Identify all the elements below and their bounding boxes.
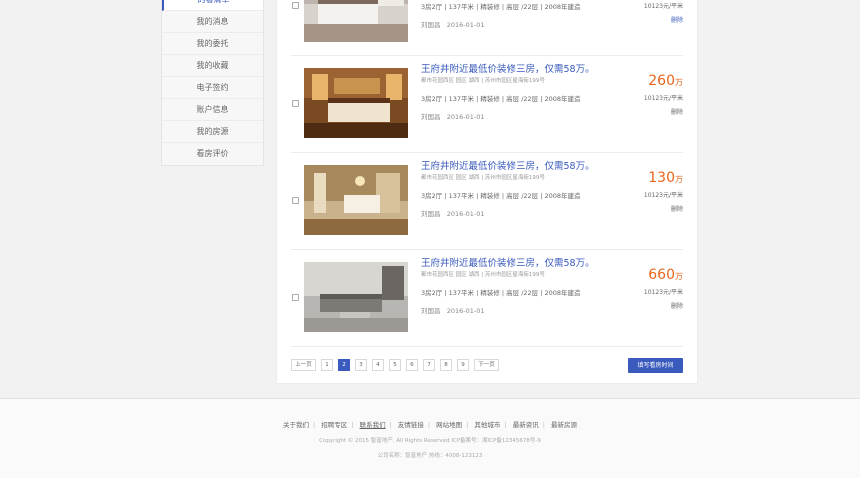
listing-agent: 刘国昌 2016-01-01	[421, 19, 484, 29]
page-button[interactable]: 1	[321, 359, 333, 371]
sidebar-item-viewing-list[interactable]: 的看清单	[162, 0, 263, 11]
listing-panel: 3房2厅 | 137平米 | 精装修 | 高层 /22层 | 2008年建造 刘…	[276, 0, 698, 384]
listing-date: 2016-01-01	[446, 307, 485, 315]
sidebar-item-messages[interactable]: 我的消息	[162, 11, 263, 33]
footer-link-separator: |	[427, 421, 431, 429]
listing-specs: 3房2厅 | 137平米 | 精装修 | 高层 /22层 | 2008年建造	[421, 289, 581, 297]
footer-link-separator: |	[504, 421, 507, 429]
listing-photo[interactable]	[304, 68, 408, 138]
sidebar-item-favorites[interactable]: 我的收藏	[162, 55, 263, 77]
listing-delete-link[interactable]: 删除	[671, 15, 683, 24]
listing-price: 130万	[648, 170, 683, 186]
listing-date: 2016-01-01	[446, 21, 485, 29]
listing-agent-name: 刘国昌	[421, 210, 441, 218]
listing-unit-price: 10123元/平米	[643, 95, 683, 102]
listing-title[interactable]: 王府井附近最低价装修三房，仅需58万。	[421, 158, 595, 172]
footer-link-about[interactable]: 关于我们	[283, 421, 309, 429]
company-info: 公司名称：智富地产 热线：4008-123123	[377, 453, 483, 459]
listing-checkbox[interactable]	[292, 294, 299, 301]
listing-unit-price: 10123元/平米	[643, 3, 683, 10]
listing-price: 260万	[648, 73, 683, 89]
footer-link-separator: |	[351, 421, 354, 429]
sidebar-item-commissions[interactable]: 我的委托	[162, 33, 263, 55]
sidebar-item-account-info[interactable]: 账户信息	[162, 99, 263, 121]
listing-price-value: 660	[648, 267, 675, 283]
listing-checkbox[interactable]	[292, 197, 299, 204]
footer-links: 关于我们 | 招聘专区 | 联系我们 | 友情链接 | 网站地图 | 其他城市 | 最新资讯…	[0, 419, 860, 429]
listing-item: 3房2厅 | 137平米 | 精装修 | 高层 /22层 | 2008年建造 刘…	[277, 0, 697, 56]
page-button[interactable]: 6	[406, 359, 418, 371]
listing-specs: 3房2厅 | 137平米 | 精装修 | 高层 /22层 | 2008年建造	[421, 3, 581, 11]
listing-price-value: 260	[648, 73, 675, 89]
listing-item: 王府井附近最低价装修三房，仅需58万。 都市花园西区 园区 湖西 | 苏州市园区…	[277, 250, 697, 347]
next-page-button[interactable]: 下一页	[474, 359, 499, 371]
listing-address: 都市花园西区 园区 湖西 | 苏州市园区星海街199号	[421, 78, 545, 84]
footer-link-separator: |	[466, 421, 469, 429]
footer-link-sitemap[interactable]: 网站地图	[436, 421, 462, 429]
footer-link-friend-links[interactable]: 友情链接	[398, 421, 424, 429]
page-button[interactable]: 5	[389, 359, 401, 371]
listing-item: 王府井附近最低价装修三房，仅需58万。 都市花园西区 园区 湖西 | 苏州市园区…	[277, 153, 697, 250]
listing-agent: 刘国昌 2016-01-01	[421, 208, 484, 218]
listing-price-unit: 万	[675, 78, 683, 87]
sidebar-item-viewing-reviews[interactable]: 看房评价	[162, 143, 263, 165]
footer-link-separator: |	[313, 421, 316, 429]
listing-agent-name: 刘国昌	[421, 113, 441, 121]
listing-photo[interactable]	[304, 165, 408, 235]
fill-viewing-time-button[interactable]: 填写看房时间	[628, 358, 683, 373]
footer-link-careers[interactable]: 招聘专区	[321, 421, 347, 429]
page-button[interactable]: 3	[355, 359, 367, 371]
footer-link-latest-news[interactable]: 最新资讯	[513, 421, 539, 429]
listing-agent-name: 刘国昌	[421, 307, 441, 315]
footer-link-latest-listings[interactable]: 最新房源	[551, 421, 577, 429]
footer-link-other-cities[interactable]: 其他城市	[474, 421, 500, 429]
pagination: 上一页 1 2 3 4 5 6 7 8 9 下一页	[291, 359, 499, 371]
listing-checkbox[interactable]	[292, 100, 299, 107]
listing-price-value: 130	[648, 170, 675, 186]
listing-price-unit: 万	[675, 272, 683, 281]
listing-photo[interactable]	[304, 0, 408, 42]
listing-divider	[291, 346, 683, 347]
listing-title[interactable]: 王府井附近最低价装修三房，仅需58万。	[421, 61, 595, 75]
copyright-text: Copyright © 2015 智富地产. All Rights Reserv…	[319, 438, 541, 444]
footer-link-contact[interactable]: 联系我们	[360, 421, 386, 429]
listing-price: 660万	[648, 267, 683, 283]
listing-delete-link[interactable]: 删除	[671, 204, 683, 213]
listing-agent: 刘国昌 2016-01-01	[421, 111, 484, 121]
listing-agent: 刘国昌 2016-01-01	[421, 305, 484, 315]
listing-item: 王府井附近最低价装修三房，仅需58万。 都市花园西区 园区 湖西 | 苏州市园区…	[277, 56, 697, 153]
listing-delete-link[interactable]: 删除	[671, 301, 683, 310]
listing-date: 2016-01-01	[446, 113, 485, 121]
listing-delete-link[interactable]: 删除	[671, 107, 683, 116]
listing-unit-price: 10123元/平米	[643, 192, 683, 199]
page-button-current[interactable]: 2	[338, 359, 350, 371]
listing-address: 都市花园西区 园区 湖西 | 苏州市园区星海街199号	[421, 175, 545, 181]
listing-unit-price: 10123元/平米	[643, 289, 683, 296]
sidebar-item-my-listings[interactable]: 我的房源	[162, 121, 263, 143]
listing-checkbox[interactable]	[292, 2, 299, 9]
page-button[interactable]: 7	[423, 359, 435, 371]
footer-link-separator: |	[389, 421, 392, 429]
listing-photo[interactable]	[304, 262, 408, 332]
listing-title[interactable]: 王府井附近最低价装修三房，仅需58万。	[421, 255, 595, 269]
listing-specs: 3房2厅 | 137平米 | 精装修 | 高层 /22层 | 2008年建造	[421, 95, 581, 103]
user-center-sidebar: 的看清单 我的消息 我的委托 我的收藏 电子签约 账户信息 我的房源 看房评价	[161, 0, 264, 166]
listing-specs: 3房2厅 | 137平米 | 精装修 | 高层 /22层 | 2008年建造	[421, 192, 581, 200]
listing-address: 都市花园西区 园区 湖西 | 苏州市园区星海街199号	[421, 272, 545, 278]
site-footer: 关于我们 | 招聘专区 | 联系我们 | 友情链接 | 网站地图 | 其他城市 | 最新资讯…	[0, 398, 860, 478]
page-button[interactable]: 9	[457, 359, 469, 371]
sidebar-item-e-contract[interactable]: 电子签约	[162, 77, 263, 99]
listing-price-unit: 万	[675, 175, 683, 184]
listing-date: 2016-01-01	[446, 210, 485, 218]
listing-agent-name: 刘国昌	[421, 21, 441, 29]
page-button[interactable]: 8	[440, 359, 452, 371]
footer-link-separator: |	[542, 421, 545, 429]
page-button[interactable]: 4	[372, 359, 384, 371]
prev-page-button[interactable]: 上一页	[291, 359, 316, 371]
